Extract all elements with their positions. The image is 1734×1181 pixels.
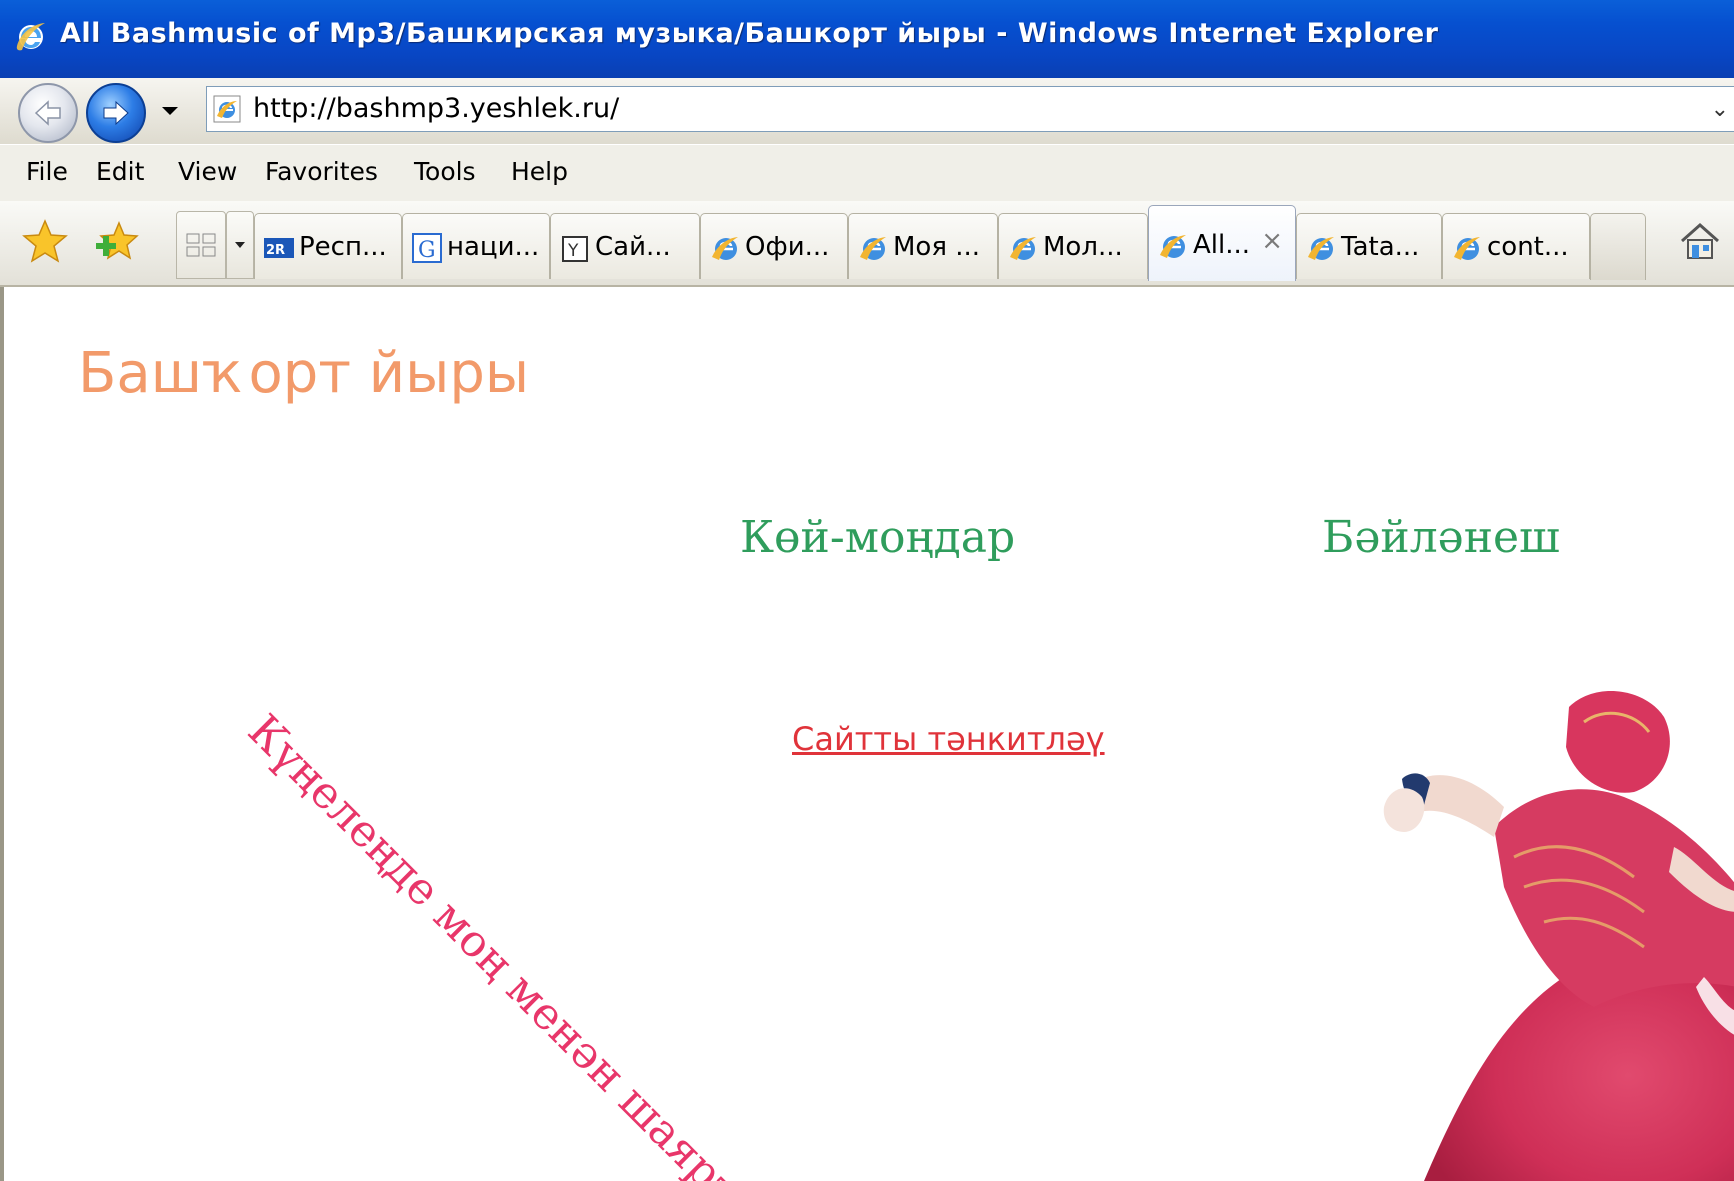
contact-nav-link[interactable]: Бәйләнеш xyxy=(1322,512,1560,563)
tab-label: Офи... xyxy=(745,232,830,262)
close-tab-icon[interactable]: × xyxy=(1261,226,1283,256)
ie-page-icon xyxy=(860,237,886,260)
google-icon: G xyxy=(412,233,442,263)
menu-help[interactable]: Help xyxy=(511,157,568,186)
quick-tabs-button[interactable] xyxy=(176,211,226,279)
new-tab-button[interactable] xyxy=(1590,213,1646,280)
tab-label: Tata... xyxy=(1341,232,1420,262)
tab-label: All... xyxy=(1193,230,1251,260)
menu-view[interactable]: View xyxy=(178,157,237,186)
tab-label: Моя ... xyxy=(893,232,981,262)
quick-tabs-grid-icon xyxy=(186,233,216,257)
forward-arrow-icon xyxy=(103,100,129,126)
url-text[interactable]: http://bashmp3.yeshlek.ru/ xyxy=(253,93,619,124)
recent-pages-dropdown-icon[interactable] xyxy=(158,98,182,122)
window-title-bar: All Bashmusic of Mp3/Башкирская музыка/Б… xyxy=(0,0,1734,79)
menu-tools[interactable]: Tools xyxy=(414,157,476,186)
ie-page-icon xyxy=(712,237,738,260)
navigation-toolbar: http://bashmp3.yeshlek.ru/ ⌄ xyxy=(0,78,1734,144)
tab-9[interactable]: cont... xyxy=(1442,213,1590,279)
forward-button[interactable] xyxy=(86,83,146,143)
ie-page-icon xyxy=(1454,237,1480,260)
svg-text:2R: 2R xyxy=(266,243,285,258)
tab-5[interactable]: Моя ... xyxy=(848,213,998,279)
tab-label: cont... xyxy=(1487,232,1569,262)
home-icon[interactable] xyxy=(1678,219,1722,263)
address-dropdown-icon[interactable]: ⌄ xyxy=(1711,97,1729,122)
tab-2[interactable]: G наци... xyxy=(402,213,550,279)
dancer-photo xyxy=(1383,690,1734,1181)
favorites-center-star-icon[interactable] xyxy=(20,217,70,267)
ie-page-icon xyxy=(1308,237,1334,260)
window-title: All Bashmusic of Mp3/Башкирская музыка/Б… xyxy=(60,18,1439,49)
tab-bar: 2R Респ... G наци... Y Сай... Офи... Моя… xyxy=(0,201,1734,287)
back-button[interactable] xyxy=(18,83,78,143)
tab-label: Респ... xyxy=(299,232,387,262)
songs-nav-link[interactable]: Көй-моңдар xyxy=(740,512,1015,563)
tab-7-active[interactable]: All... × xyxy=(1148,205,1296,281)
tab-label: Мол... xyxy=(1043,232,1123,262)
svg-text:G: G xyxy=(418,238,436,263)
tab-label: наци... xyxy=(447,232,540,262)
tab-1[interactable]: 2R Респ... xyxy=(254,213,402,279)
ie-page-icon xyxy=(1160,235,1186,258)
menu-favorites[interactable]: Favorites xyxy=(265,157,378,186)
tagline-rotated-text: Күңелеңде моң менән шаярт! xyxy=(237,705,762,1181)
ie-page-icon xyxy=(1010,237,1036,260)
web-page-content: Башҡорт йыры Көй-моңдар Бәйләнеш Сайтты … xyxy=(0,287,1734,1181)
tab-6[interactable]: Мол... xyxy=(998,213,1148,279)
ie-page-icon xyxy=(213,95,241,123)
2gis-icon: 2R xyxy=(264,238,294,258)
tab-3[interactable]: Y Сай... xyxy=(550,213,700,279)
tab-4[interactable]: Офи... xyxy=(700,213,848,279)
internet-explorer-icon xyxy=(16,23,45,51)
tab-8[interactable]: Tata... xyxy=(1296,213,1442,279)
menu-bar: File Edit View Favorites Tools Help xyxy=(0,144,1734,202)
address-bar[interactable]: http://bashmp3.yeshlek.ru/ ⌄ xyxy=(206,86,1734,132)
tab-label: Сай... xyxy=(595,232,671,262)
back-arrow-icon xyxy=(34,100,61,126)
yandex-icon: Y xyxy=(562,236,588,262)
chevron-down-icon xyxy=(235,242,245,248)
add-to-favorites-icon[interactable] xyxy=(92,217,142,267)
menu-file[interactable]: File xyxy=(26,157,68,186)
site-title: Башҡорт йыры xyxy=(78,341,530,406)
menu-edit[interactable]: Edit xyxy=(96,157,144,186)
tab-list-dropdown-button[interactable] xyxy=(226,211,254,279)
feedback-link[interactable]: Сайтты тәнкитләү xyxy=(792,720,1105,758)
svg-text:Y: Y xyxy=(567,241,579,261)
